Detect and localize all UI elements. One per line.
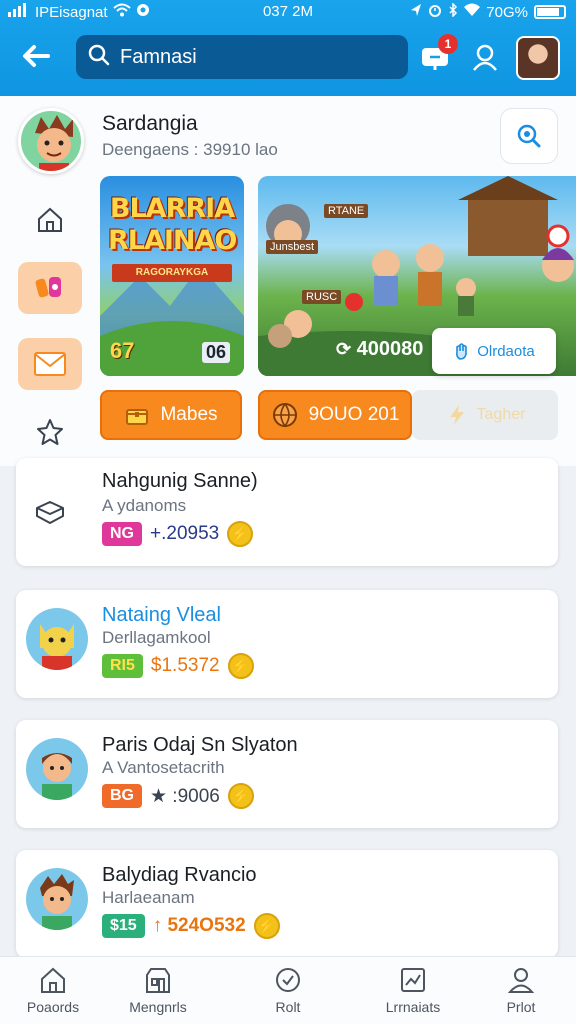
game-title: Sardangia [102, 112, 198, 135]
disabled-action-button[interactable]: Tagher [412, 390, 558, 440]
search-icon [88, 44, 110, 71]
globe-icon [272, 403, 297, 428]
player-subtitle: A ydanoms [102, 496, 187, 515]
user-icon[interactable] [468, 40, 502, 74]
banner-title-2: RLAINAO [108, 225, 237, 256]
banner-sign-1: RTANE [324, 204, 369, 218]
coin-icon: ⚡ [227, 521, 254, 547]
list-item[interactable]: Paris Odaj Sn Slyaton A Vantosetacrith B… [16, 720, 558, 828]
search-icon [517, 124, 541, 148]
player-avatar [26, 608, 88, 670]
rail-inventory[interactable] [18, 486, 82, 538]
coin-icon: ⚡ [253, 913, 280, 939]
nav-home-label: Poaords [26, 999, 80, 1015]
player-avatar [26, 738, 88, 800]
player-subtitle: Harlaeanam [102, 888, 195, 907]
location-icon [410, 3, 422, 21]
nav-store[interactable]: Mengnrls [103, 965, 213, 1015]
matches-button[interactable]: Mabes [100, 390, 242, 440]
header-search-button[interactable] [500, 108, 558, 164]
home-icon [38, 207, 62, 232]
disabled-action-label: Tagher [476, 406, 526, 423]
store-icon [146, 968, 170, 993]
reward-icon: ⟳ [336, 339, 352, 359]
player-name: Nataing Vleal [102, 604, 221, 626]
banner-sign-2: Junsbest [266, 240, 319, 254]
banner-sign-3: RUSC [302, 290, 342, 304]
promo-action-label: Olrdaota [477, 342, 535, 360]
matches-label: Mabes [160, 404, 218, 425]
box-icon [36, 501, 64, 524]
check-circle-icon [276, 968, 300, 992]
player-subtitle: A Vantosetacrith [102, 758, 225, 777]
player-value: ↑ 524O532 [152, 915, 246, 936]
rank-tag: BG [102, 784, 142, 808]
rail-home[interactable] [18, 194, 82, 246]
lightning-icon [449, 405, 464, 425]
banner-number-left: 67 [110, 338, 135, 363]
chest-icon [126, 409, 149, 425]
score-label: 9OUO 201 [308, 404, 400, 425]
rank-tag: RI5 [102, 654, 143, 678]
player-name: Paris Odaj Sn Slyaton [102, 734, 298, 756]
featured-game-banner[interactable]: BLARRIA RLAINAO RAGORAYKGA 67 06 [100, 176, 244, 376]
banner-ribbon: RAGORAYKGA [112, 264, 232, 282]
player-avatar [26, 868, 88, 930]
rank-tag: $15 [102, 914, 145, 938]
search-input[interactable] [120, 45, 380, 69]
mail-icon [34, 352, 66, 376]
player-subtitle: Derllagamkool [102, 628, 211, 647]
rail-favorites[interactable] [18, 406, 82, 458]
promo-score-value: 400080 [356, 338, 424, 360]
top-app-bar: IPEisagnat 037 2M 70G% Famnasi 1 [0, 0, 576, 96]
nav-stats[interactable]: Lrrnaiats [358, 965, 468, 1015]
nav-stats-label: Lrrnaiats [385, 999, 441, 1015]
notification-badge: 1 [438, 34, 458, 54]
player-name: Nahgunig Sanne) [102, 470, 258, 492]
nav-tasks-label: Rolt [275, 999, 301, 1015]
rail-games[interactable] [18, 262, 82, 314]
user-avatar[interactable] [516, 36, 560, 80]
back-arrow-icon[interactable] [18, 38, 58, 78]
status-bar: IPEisagnat 037 2M 70G% [0, 0, 576, 24]
nav-home[interactable]: Poaords [0, 965, 108, 1015]
home-icon [41, 967, 65, 993]
battery-icon [534, 5, 566, 19]
battery-label: 70G% [486, 3, 528, 21]
user-icon [507, 968, 535, 993]
coin-icon: ⚡ [227, 783, 254, 809]
coin-icon: ⚡ [227, 653, 254, 679]
star-icon [37, 419, 63, 445]
rail-messages[interactable] [18, 338, 82, 390]
list-item[interactable]: Balydiag Rvancio Harlaeanam $15 ↑ 524O53… [16, 850, 558, 958]
bottom-nav: Poaords Mengnrls Rolt Lrrnaiats Prlot [0, 956, 576, 1024]
mascot-avatar[interactable] [18, 108, 84, 174]
hand-icon [456, 343, 468, 360]
nav-profile-label: Prlot [506, 999, 536, 1015]
nav-tasks[interactable]: Rolt [233, 965, 343, 1015]
game-subtitle: Deengaens : 39910 lao [102, 140, 278, 159]
player-value: +.20953 [150, 523, 220, 544]
search-bar[interactable] [76, 35, 408, 79]
bluetooth-icon [448, 2, 458, 21]
rank-tag: NG [102, 522, 142, 546]
alarm-icon [428, 3, 442, 21]
nav-profile[interactable]: Prlot [466, 965, 576, 1015]
player-value: $1.5372 [150, 655, 220, 676]
banner-number-right: 06 [202, 342, 231, 363]
game-pieces-icon [35, 277, 61, 298]
list-item[interactable]: Nahgunig Sanne) A ydanoms NG +.20953 ⚡ [16, 458, 558, 566]
player-value: ★ :9006 [150, 785, 220, 807]
promo-action-button[interactable]: Olrdaota [432, 328, 556, 374]
chart-icon [401, 968, 425, 992]
nav-store-label: Mengnrls [129, 999, 187, 1015]
player-name: Balydiag Rvancio [102, 864, 257, 886]
promo-score: ⟳ 400080 [336, 338, 423, 361]
score-button[interactable]: 9OUO 201 [258, 390, 412, 440]
list-item[interactable]: Nataing Vleal Derllagamkool RI5 $1.5372 … [16, 590, 558, 698]
wifi-status-icon [464, 3, 481, 21]
banner-title-1: BLARRIA [109, 193, 235, 224]
